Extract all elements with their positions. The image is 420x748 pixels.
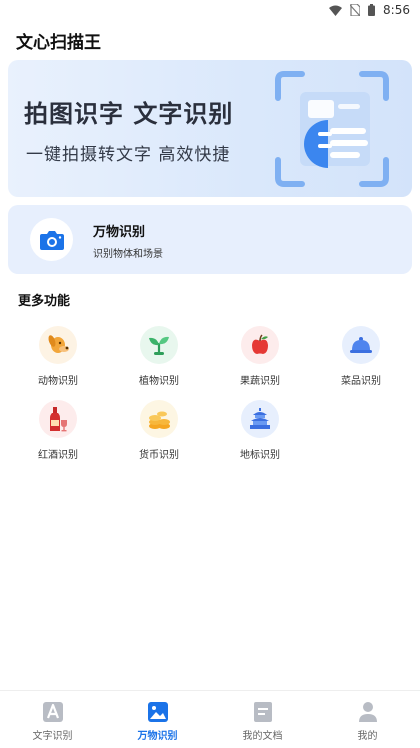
- image-icon: [147, 702, 168, 722]
- camera-icon: [39, 230, 64, 250]
- person-icon: [358, 702, 377, 722]
- document-icon: [253, 702, 272, 722]
- tab-label: 我的文档: [242, 731, 283, 742]
- grid-item-animal[interactable]: 动物识别: [18, 326, 98, 392]
- feature-subtitle: 识别物体和场景: [93, 249, 163, 260]
- grid-label-landmark: 地标识别: [240, 450, 280, 461]
- tab-my-documents[interactable]: 我的文档: [210, 691, 315, 748]
- apple-icon: [241, 326, 279, 364]
- object-recognition-card[interactable]: 万物识别 识别物体和场景: [8, 205, 412, 274]
- feature-title: 万物识别: [93, 225, 146, 240]
- ocr-banner[interactable]: 拍图识字 文字识别 一键拍摄转文字 高效快捷: [8, 60, 412, 197]
- cloche-icon: [342, 326, 380, 364]
- wine-icon: [39, 400, 77, 438]
- grid-label-fruit: 果蔬识别: [240, 376, 280, 387]
- tab-label: 万物识别: [137, 731, 178, 742]
- temple-icon: [241, 400, 279, 438]
- banner-title: 拍图识字 文字识别: [24, 100, 234, 128]
- grid-label-wine: 红酒识别: [38, 450, 78, 461]
- camera-button[interactable]: [30, 218, 73, 261]
- grid-label-animal: 动物识别: [38, 376, 78, 387]
- grid-item-currency[interactable]: 货币识别: [119, 400, 199, 466]
- status-bar: 8:56: [0, 0, 420, 20]
- grid-item-wine[interactable]: 红酒识别: [18, 400, 98, 466]
- sprout-icon: [140, 326, 178, 364]
- no-sim-icon: [350, 4, 361, 16]
- grid-item-landmark[interactable]: 地标识别: [220, 400, 300, 466]
- bottom-tab-bar: 文字识别 万物识别 我的文档 我的: [0, 690, 420, 748]
- dog-icon: [39, 326, 77, 364]
- coins-icon: [140, 400, 178, 438]
- document-scan-icon: [275, 71, 389, 187]
- section-title: 更多功能: [18, 294, 71, 309]
- tab-mine[interactable]: 我的: [315, 691, 420, 748]
- tab-label: 我的: [357, 731, 378, 742]
- grid-label-dish: 菜品识别: [341, 376, 381, 387]
- status-time: 8:56: [383, 3, 410, 17]
- banner-subtitle: 一键拍摄转文字 高效快捷: [26, 145, 231, 165]
- tab-label: 文字识别: [32, 731, 73, 742]
- wifi-icon: [329, 5, 343, 16]
- text-a-icon: [42, 702, 63, 722]
- app-title: 文心扫描王: [16, 33, 101, 53]
- tab-object-recognition[interactable]: 万物识别: [105, 691, 210, 748]
- grid-item-dish[interactable]: 菜品识别: [321, 326, 401, 392]
- tab-text-recognition[interactable]: 文字识别: [0, 691, 105, 748]
- battery-icon: [368, 4, 376, 16]
- grid-label-plant: 植物识别: [139, 376, 179, 387]
- grid-item-plant[interactable]: 植物识别: [119, 326, 199, 392]
- grid-label-currency: 货币识别: [139, 450, 179, 461]
- grid-item-fruit[interactable]: 果蔬识别: [220, 326, 300, 392]
